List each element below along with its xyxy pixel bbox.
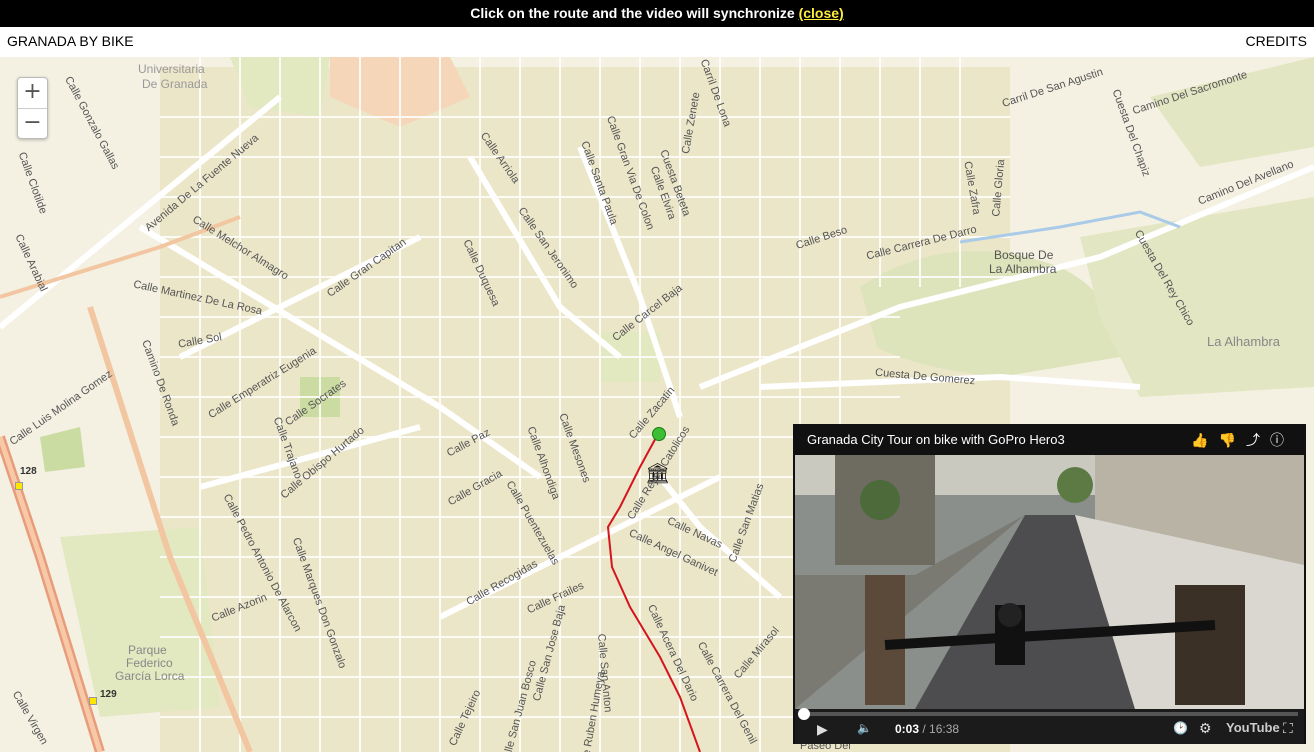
map-label: Calle Zacatin bbox=[626, 384, 678, 442]
map-label: 128 bbox=[20, 466, 37, 477]
header-bar: GRANADA BY BIKE CREDITS bbox=[0, 27, 1314, 57]
map-label: Calle Clotilde bbox=[15, 150, 50, 216]
duration: 16:38 bbox=[929, 722, 960, 736]
map-label: Carril De Lona bbox=[697, 57, 734, 129]
play-icon[interactable]: ▶ bbox=[817, 721, 828, 738]
map-label: Calle Socrates bbox=[283, 377, 349, 429]
map-label: Calle Alhondiga bbox=[524, 425, 562, 501]
map-label: Calle San Matias bbox=[726, 481, 767, 565]
clock-icon[interactable]: 🕑 bbox=[1173, 721, 1188, 735]
map-label: La Alhambra bbox=[1207, 334, 1280, 349]
map-label: Camino Del Sacromonte bbox=[1131, 68, 1249, 118]
map-label: Calle Gracia bbox=[446, 467, 505, 509]
map-label: 129 bbox=[100, 689, 117, 700]
map-label: Cuesta De Gomerez bbox=[874, 366, 976, 388]
map-label: Calle Carrera De Darro bbox=[865, 223, 978, 263]
map-label: Calle Azorin bbox=[209, 591, 269, 625]
map-label: Calle Virgen bbox=[9, 689, 50, 747]
map-label: Federico bbox=[126, 656, 173, 670]
map-label: Calle Carcel Baja bbox=[610, 282, 685, 344]
map-label: Calle Zafra bbox=[961, 160, 983, 216]
app-title: GRANADA BY BIKE bbox=[7, 33, 134, 49]
map-label: La Alhambra bbox=[989, 262, 1057, 276]
map-label: Parque bbox=[128, 643, 167, 657]
map-label: Calle Marques Don Gonzalo bbox=[289, 536, 349, 670]
map-label: Camino Del Avellano bbox=[1196, 158, 1296, 208]
current-time: 0:03 bbox=[895, 722, 920, 736]
map-label: Calle Beso bbox=[794, 224, 849, 252]
map-label: Calle Duquesa bbox=[460, 237, 502, 309]
zoom-control: + − bbox=[17, 77, 48, 139]
banner-text: Click on the route and the video will sy… bbox=[470, 5, 795, 21]
fullscreen-icon[interactable]: ⛶ bbox=[1283, 720, 1293, 737]
map-label: Universitaria bbox=[138, 62, 205, 76]
video-time: 0:03 / 16:38 bbox=[895, 722, 959, 736]
map-label: Calle Arabial bbox=[12, 232, 50, 294]
close-banner-link[interactable]: (close) bbox=[799, 5, 844, 21]
map-label: Calle Martinez De La Rosa bbox=[132, 278, 264, 318]
map-label: Calle San Juan Bosco bbox=[499, 659, 539, 752]
map-label: Calle San Jose Baja bbox=[530, 603, 569, 703]
map-label: Calle Recogidas bbox=[464, 557, 540, 609]
progress-knob[interactable] bbox=[798, 708, 810, 720]
map-label: Calle Navas bbox=[665, 515, 725, 551]
video-player[interactable]: Granada City Tour on bike with GoPro Her… bbox=[793, 424, 1306, 744]
volume-icon[interactable]: 🔈 bbox=[857, 721, 872, 735]
map-label: Calle San Jeronimo bbox=[515, 205, 581, 291]
map-view[interactable]: 🏛 Universitaria De Granada Calle Gonzalo… bbox=[0, 57, 1314, 752]
time-separator: / bbox=[919, 722, 930, 736]
map-label: Calle Zenete bbox=[679, 91, 703, 155]
map-label: Carril De San Agustin bbox=[1000, 66, 1105, 110]
map-label: De Granada bbox=[142, 77, 208, 91]
map-label: Calle Gran Capitan bbox=[325, 236, 409, 300]
map-label: Calle Santa Paula bbox=[578, 139, 620, 227]
map-label: Cuesta Del Rey Chico bbox=[1131, 228, 1197, 328]
map-label: García Lorca bbox=[115, 669, 185, 683]
share-icon[interactable]: ⤴ bbox=[1246, 432, 1270, 448]
credits-link[interactable]: CREDITS bbox=[1246, 33, 1307, 49]
map-label: Calle Arriola bbox=[477, 130, 522, 186]
thumbs-down-icon[interactable]: 👎 bbox=[1219, 432, 1246, 448]
map-label: Calle Melchor Almagro bbox=[190, 213, 291, 283]
gear-icon[interactable]: ⚙ bbox=[1199, 720, 1212, 737]
map-label: Calle Luis Molina Gomez bbox=[7, 368, 115, 448]
zoom-out-button[interactable]: − bbox=[18, 109, 47, 139]
map-label: Calle Gloria bbox=[990, 158, 1008, 218]
sync-banner: Click on the route and the video will sy… bbox=[0, 0, 1314, 27]
map-label: Calle Paz bbox=[444, 426, 493, 460]
video-frame[interactable] bbox=[795, 455, 1304, 709]
map-label: Calle Gonzalo Gallas bbox=[62, 74, 122, 172]
map-label: Calle Acera Del Dario bbox=[644, 602, 701, 704]
map-label: Calle Mesones bbox=[556, 411, 593, 485]
map-label: Calle Sol bbox=[177, 331, 223, 351]
map-label: Bosque De bbox=[994, 248, 1054, 262]
video-title[interactable]: Granada City Tour on bike with GoPro Her… bbox=[807, 432, 1065, 447]
info-icon[interactable]: ⓘ bbox=[1270, 432, 1294, 448]
video-progress-bar[interactable] bbox=[798, 708, 1298, 720]
map-label: Calle Tejeiro bbox=[446, 688, 484, 748]
map-label: Camino De Ronda bbox=[139, 338, 182, 428]
thumbs-up-icon[interactable]: 👍 bbox=[1191, 432, 1218, 448]
zoom-in-button[interactable]: + bbox=[18, 78, 47, 109]
map-label: Calle Mirasol bbox=[731, 624, 782, 682]
video-controls: ▶ 🔈 0:03 / 16:38 🕑 ⚙ YouTube ⛶ bbox=[795, 708, 1304, 744]
youtube-logo[interactable]: YouTube bbox=[1226, 720, 1280, 735]
